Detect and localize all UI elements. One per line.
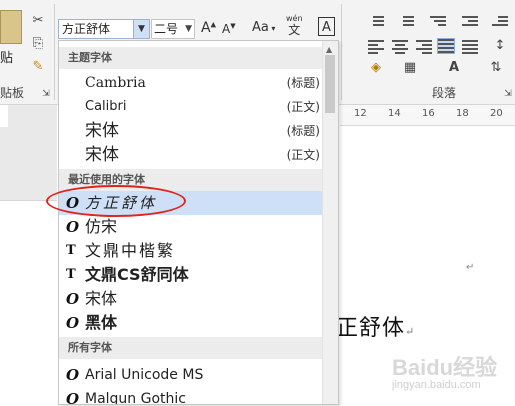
section-header-all: 所有字体 [59,337,324,359]
opentype-icon: O [66,290,80,308]
font-item-calibri[interactable]: Calibri (正文) [59,95,324,119]
multilevel-list-icon[interactable] [430,16,446,30]
font-item-name: 文鼎中楷繁 [85,241,176,260]
watermark-main: Baidu经验 [392,355,498,380]
numbering-icon[interactable] [398,16,414,30]
justify-icon[interactable] [437,38,455,54]
watermark: Baidu经验 jingyan.baidu.com [392,350,497,391]
shading-icon[interactable]: ◈ [368,60,384,76]
font-item-name: 宋体 [85,121,119,141]
chevron-down-icon[interactable]: ▼ [185,20,192,38]
scroll-up-icon[interactable]: ▲ [326,45,332,54]
watermark-sub: jingyan.baidu.com [392,379,481,391]
align-right-icon[interactable] [416,40,432,54]
truetype-icon: T [66,267,76,282]
align-center-icon[interactable] [392,40,408,54]
document-margin [0,105,57,406]
document-page[interactable] [0,200,57,406]
font-item-songti[interactable]: O 宋体 [59,287,324,311]
font-item-wending-shutong[interactable]: T 文鼎CS舒同体 [59,263,324,287]
align-left-icon[interactable] [368,40,384,54]
paragraph-launcher-icon[interactable]: ⇲ [500,86,515,102]
font-item-name: 宋体 [85,289,118,308]
opentype-icon: O [66,366,80,384]
font-item-tag: (正文) [286,148,320,162]
font-item-name: 黑体 [85,313,118,332]
scrollbar-thumb[interactable] [325,55,335,113]
chevron-down-icon[interactable]: ▼ [133,20,149,38]
font-item-cambria[interactable]: Cambria (标题) [59,71,324,95]
dropdown-scrollbar[interactable]: ▲ [322,41,338,404]
font-item-malgun-gothic[interactable]: O Malgun Gothic [59,387,324,405]
ruler-tick: 18 [456,108,469,119]
nav-pane-tab[interactable] [0,105,8,127]
phonetic-guide-button[interactable]: wén 文 [286,14,303,37]
ruler-tick: 20 [490,108,503,119]
font-item-name: Malgun Gothic [85,391,186,405]
font-item-wending-zhongkai[interactable]: T 文鼎中楷繁 [59,239,324,263]
increase-indent-icon[interactable] [492,16,508,30]
font-size-combobox[interactable]: 二号 ▼ [151,19,195,39]
distributed-icon[interactable] [462,40,478,54]
font-name-value: 方正舒体 [62,22,111,36]
copy-icon[interactable]: ⎘ [30,36,46,52]
font-item-tag: (标题) [286,124,320,138]
font-item-name: Calibri [85,99,127,114]
phonetic-bottom-label: 文 [288,23,301,37]
ruler-tick: 14 [388,108,401,119]
paragraph-mark: ↵ [466,262,475,273]
font-item-heiti[interactable]: O 黑体 [59,311,324,335]
asian-layout-icon[interactable]: A [446,60,462,76]
decrease-indent-icon[interactable] [462,16,478,30]
font-item-name: 宋体 [85,145,119,165]
grow-font-button[interactable]: A▲ [201,20,216,36]
opentype-icon: O [66,218,80,236]
cut-icon[interactable]: ✂ [30,13,46,29]
font-item-songti-body[interactable]: 宋体 (正文) [59,143,324,167]
opentype-icon: O [66,314,80,332]
truetype-icon: T [66,243,76,258]
paste-icon[interactable] [0,10,22,44]
font-item-tag: (正文) [286,100,320,114]
bullets-icon[interactable] [368,16,384,30]
character-border-button[interactable]: A [318,17,335,36]
font-size-value: 二号 [154,22,179,36]
phonetic-top-label: wén [286,14,303,23]
font-dropdown-list[interactable]: 主题字体 Cambria (标题) Calibri (正文) 宋体 (标题) 宋… [58,40,339,405]
paragraph-group-label: 段落 [432,86,457,100]
font-item-name: 仿宋 [85,217,118,236]
change-case-button[interactable]: Aa ▾ [252,20,275,35]
font-item-arial-unicode[interactable]: O Arial Unicode MS [59,363,324,387]
font-item-songti-heading[interactable]: 宋体 (标题) [59,119,324,143]
sort-icon[interactable]: ⇅ [488,60,504,76]
font-name-combobox[interactable]: 方正舒体 ▼ [58,19,150,39]
font-item-fangsong[interactable]: O 仿宋 [59,215,324,239]
font-item-name: Arial Unicode MS [85,367,204,383]
clipboard-launcher-icon[interactable]: ⇲ [38,86,54,102]
horizontal-ruler[interactable]: 12 14 16 18 20 [340,105,515,126]
paste-button-label[interactable]: 贴 [0,47,13,66]
font-item-tag: (标题) [286,76,320,90]
ruler-tick: 16 [422,108,435,119]
font-item-name: 文鼎CS舒同体 [85,265,189,284]
divider [341,4,342,100]
section-header-theme: 主题字体 [59,47,324,69]
highlight-circle-annotation [46,185,186,217]
line-spacing-icon[interactable]: ↕ [492,38,508,54]
divider [54,4,55,100]
ruler-tick: 12 [354,108,367,119]
clipboard-group: ✂ ⎘ ✎ 贴 贴板 ⇲ [0,0,54,104]
format-painter-icon[interactable]: ✎ [30,59,46,75]
shrink-font-button[interactable]: A▼ [222,22,236,36]
clipboard-group-label: 贴板 [0,86,25,100]
font-item-name: Cambria [85,75,146,91]
opentype-icon: O [66,390,80,405]
borders-icon[interactable]: ▦ [402,60,418,76]
document-text[interactable]: 正舒体↵ [336,310,415,342]
